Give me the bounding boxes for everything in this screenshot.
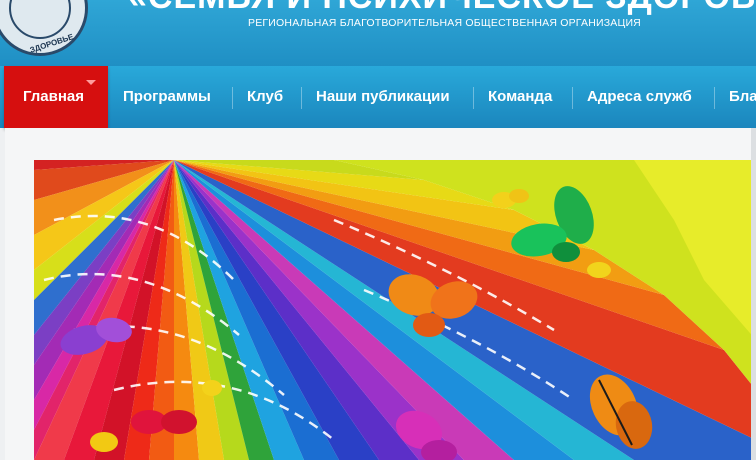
nav-separator <box>714 87 715 109</box>
nav-separator <box>301 87 302 109</box>
nav-item-label: Команда <box>488 88 553 105</box>
color-fan-butterflies-image <box>34 160 756 460</box>
site-logo[interactable]: ЗДОРОВЬЕ <box>0 0 88 56</box>
nav-item-home[interactable]: Главная <box>4 66 108 128</box>
nav-separator <box>572 87 573 109</box>
nav-item-addresses[interactable]: Адреса служб <box>587 66 692 128</box>
slider-image[interactable] <box>34 160 756 460</box>
nav-separator <box>232 87 233 109</box>
site-title: «СЕМЬЯ И ПСИХИЧЕСКОЕ ЗДОРОВЬЕ» <box>128 0 756 17</box>
logo-inner-ring <box>9 0 71 39</box>
main-navigation: Главная Программы Клуб Наши публикации К… <box>0 66 756 128</box>
nav-item-club[interactable]: Клуб <box>247 66 283 128</box>
nav-item-team[interactable]: Команда <box>488 66 552 128</box>
nav-separator <box>473 87 474 109</box>
site-subtitle: РЕГИОНАЛЬНАЯ БЛАГОТВОРИТЕЛЬНАЯ ОБЩЕСТВЕН… <box>248 17 641 29</box>
site-header: ЗДОРОВЬЕ «СЕМЬЯ И ПСИХИЧЕСКОЕ ЗДОРОВЬЕ» … <box>0 0 756 66</box>
nav-item-more[interactable]: Бла <box>729 66 756 128</box>
page-scrollbar[interactable] <box>751 128 756 460</box>
nav-item-programs[interactable]: Программы <box>123 66 211 128</box>
nav-item-label: Программы <box>123 88 211 105</box>
nav-item-label: Бла <box>729 88 756 105</box>
nav-item-label: Главная <box>23 88 85 105</box>
nav-item-publications[interactable]: Наши публикации <box>316 66 450 128</box>
nav-item-label: Клуб <box>247 88 284 105</box>
dropdown-caret-icon <box>86 80 96 85</box>
nav-item-label: Адреса служб <box>587 88 692 105</box>
nav-item-label: Наши публикации <box>316 88 450 105</box>
